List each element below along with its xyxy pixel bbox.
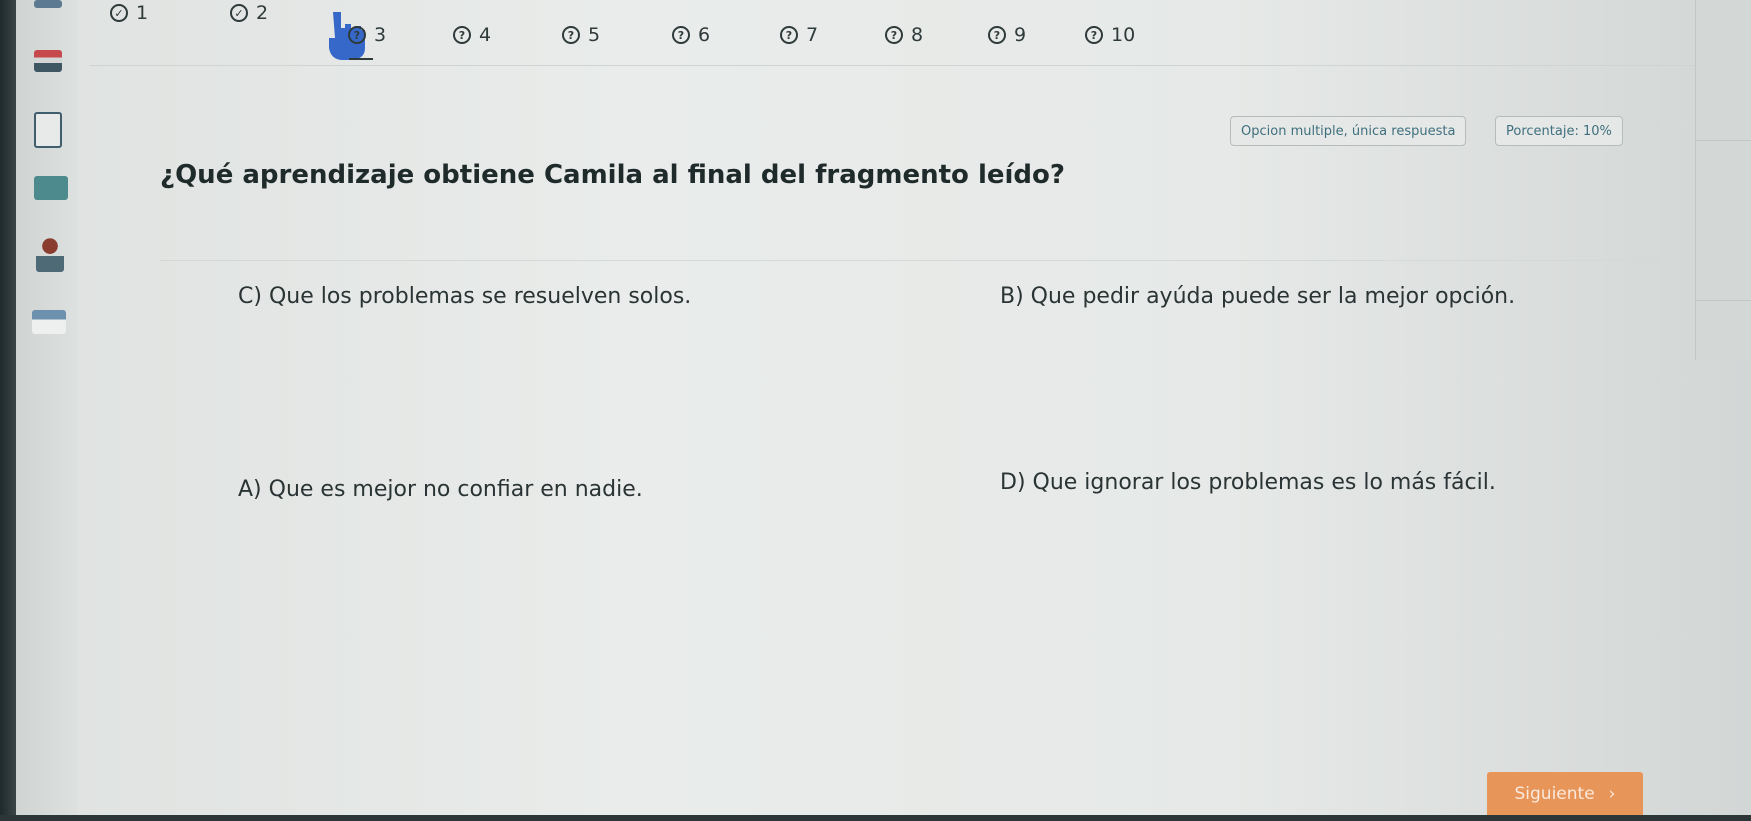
question-nav-label: 3 bbox=[374, 24, 387, 46]
question-nav-item-8[interactable]: ? 8 bbox=[885, 24, 923, 46]
timer-icon[interactable] bbox=[34, 50, 62, 72]
chevron-right-icon: › bbox=[1608, 784, 1616, 804]
option-c[interactable]: C) Que los problemas se resuelven solos. bbox=[238, 284, 691, 309]
id-card-icon[interactable] bbox=[32, 310, 66, 334]
report-icon[interactable] bbox=[34, 112, 62, 148]
question-nav-item-3[interactable]: ? 3 bbox=[348, 24, 386, 46]
question-nav-label: 6 bbox=[698, 24, 711, 46]
question-mark-icon: ? bbox=[348, 26, 366, 44]
question-mark-icon: ? bbox=[453, 26, 471, 44]
question-mark-icon: ? bbox=[672, 26, 690, 44]
check-icon: ✓ bbox=[110, 4, 128, 22]
quiz-screen bbox=[16, 0, 1751, 821]
question-mark-icon: ? bbox=[780, 26, 798, 44]
question-mark-icon: ? bbox=[988, 26, 1006, 44]
option-b[interactable]: B) Que pedir ayúda puede ser la mejor op… bbox=[1000, 284, 1515, 309]
question-text: ¿Qué aprendizaje obtiene Camila al final… bbox=[160, 160, 1065, 190]
nav-divider bbox=[90, 65, 1720, 66]
question-nav-item-2[interactable]: ✓ 2 bbox=[230, 2, 268, 24]
right-panel bbox=[1695, 0, 1751, 360]
question-nav: ✓ 1 ✓ 2 ? 3 ? 4 ? 5 ? 6 ? 7 ? 8 ? 9 ? 10 bbox=[100, 0, 1550, 60]
question-nav-item-7[interactable]: ? 7 bbox=[780, 24, 818, 46]
question-nav-label: 1 bbox=[136, 2, 149, 24]
screen-bezel-left bbox=[0, 0, 16, 821]
question-nav-label: 10 bbox=[1111, 24, 1136, 46]
profile-icon[interactable] bbox=[34, 0, 62, 8]
question-nav-item-5[interactable]: ? 5 bbox=[562, 24, 600, 46]
score-badge: Porcentaje: 10% bbox=[1495, 116, 1623, 146]
question-nav-label: 4 bbox=[479, 24, 492, 46]
question-nav-label: 8 bbox=[911, 24, 924, 46]
next-button[interactable]: Siguiente › bbox=[1487, 772, 1643, 816]
question-type-badge: Opcion multiple, única respuesta bbox=[1230, 116, 1467, 146]
question-nav-label: 2 bbox=[256, 2, 269, 24]
right-panel-divider bbox=[1696, 140, 1751, 141]
right-panel-divider bbox=[1696, 300, 1751, 301]
question-mark-icon: ? bbox=[1085, 26, 1103, 44]
question-nav-label: 7 bbox=[806, 24, 819, 46]
question-nav-item-6[interactable]: ? 6 bbox=[672, 24, 710, 46]
next-button-label: Siguiente bbox=[1514, 784, 1595, 804]
question-nav-item-4[interactable]: ? 4 bbox=[453, 24, 491, 46]
question-nav-item-9[interactable]: ? 9 bbox=[988, 24, 1026, 46]
question-divider bbox=[160, 260, 1660, 261]
question-mark-icon: ? bbox=[885, 26, 903, 44]
sidebar bbox=[16, 0, 78, 815]
question-nav-item-10[interactable]: ? 10 bbox=[1085, 24, 1135, 46]
question-nav-item-1[interactable]: ✓ 1 bbox=[110, 2, 148, 24]
screen-icon[interactable] bbox=[34, 176, 68, 200]
option-d[interactable]: D) Que ignorar los problemas es lo más f… bbox=[1000, 470, 1496, 495]
question-nav-label: 5 bbox=[588, 24, 601, 46]
screen-bezel-bottom bbox=[0, 815, 1751, 821]
question-nav-label: 9 bbox=[1014, 24, 1027, 46]
check-icon: ✓ bbox=[230, 4, 248, 22]
user-icon[interactable] bbox=[36, 236, 64, 272]
option-a[interactable]: A) Que es mejor no confiar en nadie. bbox=[238, 477, 643, 502]
question-mark-icon: ? bbox=[562, 26, 580, 44]
